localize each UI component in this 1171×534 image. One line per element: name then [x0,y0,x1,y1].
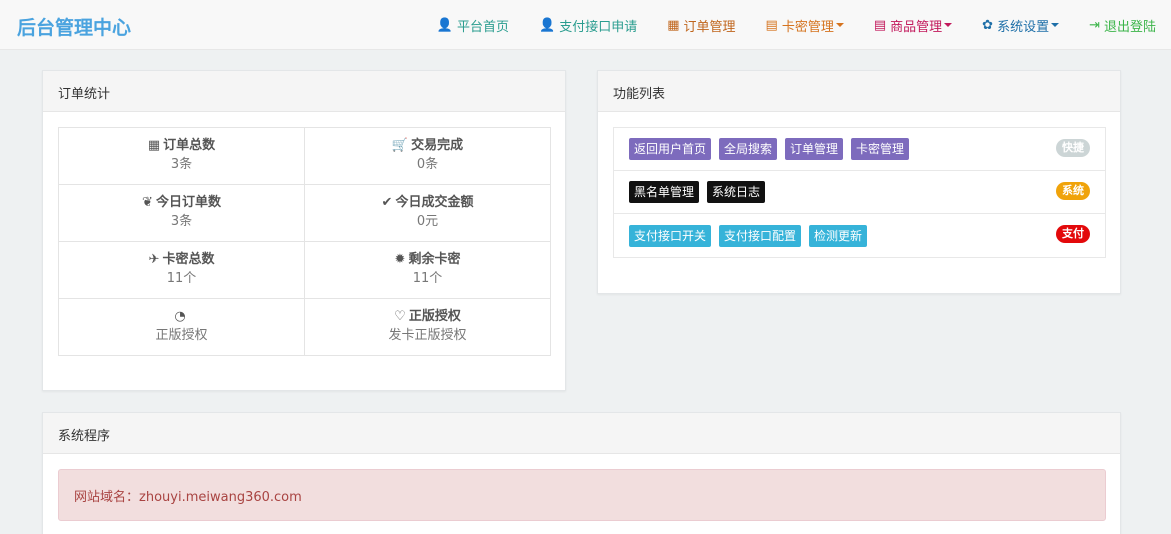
category-badge: 系统 [1056,182,1090,200]
stat-label-text: 今日订单数 [155,195,221,210]
function-row: 返回用户首页 全局搜索 订单管理 卡密管理 快捷 [614,128,1105,171]
function-link[interactable]: 支付接口配置 [719,224,802,247]
stat-cell: ◔ 正版授权 [58,298,305,356]
stat-cell: ♡ 正版授权发卡正版授权 [304,298,551,356]
function-link[interactable]: 订单管理 [785,138,844,160]
domain-label: 网站域名： [74,490,140,505]
function-link[interactable]: 全局搜索 [719,138,778,160]
category-badge: 快捷 [1056,139,1090,157]
caret-down-icon [944,23,953,27]
domain-alert: 网站域名：zhouyi.meiwang360.com [58,469,1106,521]
sun-icon: ✹ [394,252,406,267]
stat-label-text: 卡密总数 [162,252,215,267]
stats-row: ✈ 卡密总数 11个 ✹ 剩余卡密 11个 [58,241,551,299]
nav-cards-dropdown[interactable]: ▤ 卡密管理 [751,0,859,50]
stat-value: 正版授权 [155,328,208,343]
stat-label: ✈ 卡密总数 [59,251,304,269]
grid-icon: ▦ [147,138,161,153]
function-row: 黑名单管理 系统日志 系统 [614,171,1105,214]
gear-icon: ✿ [982,17,994,33]
caret-down-icon [835,23,844,27]
top-navbar: 后台管理中心 👤 平台首页 👤 支付接口申请 ▦ 订单管理 ▤ 卡密管理 ▤ 商品管理 ✿… [0,0,1171,50]
stat-cell: ▦ 订单总数 3条 [58,127,305,185]
system-program-title: 系统程序 [43,413,1120,454]
stats-row: ▦ 订单总数 3条 🛒 交易完成 0条 [58,127,551,185]
function-list-panel: 功能列表 返回用户首页 全局搜索 订单管理 卡密管理 快捷黑名单管理 系统日志 系统支付接口… [597,70,1121,294]
logout-icon: ⇥ [1089,17,1100,33]
list-icon: ▤ [765,17,778,33]
function-link[interactable]: 黑名单管理 [629,181,700,203]
stat-label-text: 订单总数 [163,138,216,153]
stats-row: ❦ 今日订单数 3条 ✔ 今日成交金额 0元 [58,184,551,242]
check-icon: ✔ [381,195,393,210]
function-link[interactable]: 卡密管理 [851,138,910,160]
order-stats-table: ▦ 订单总数 3条 🛒 交易完成 0条 ❦ 今日订单数 3条 ✔ 今日成交金额 0元 ✈ 卡密总数 11个 ✹… [58,127,551,356]
system-program-panel: 系统程序 网站域名：zhouyi.meiwang360.com [42,412,1121,534]
order-stats-title: 订单统计 [43,71,565,112]
category-badge: 支付 [1056,225,1090,243]
stat-label: ◔ [59,308,304,326]
order-stats-panel: 订单统计 ▦ 订单总数 3条 🛒 交易完成 0条 ❦ 今日订单数 3条 ✔ 今日成交金额 0元 ✈ 卡密总… [42,70,566,391]
stat-value: 0元 [416,214,439,229]
stat-value: 3条 [170,214,193,229]
stat-label: ✔ 今日成交金额 [305,194,550,212]
user-icon: 👤 [539,17,556,33]
stat-cell: ✔ 今日成交金额 0元 [304,184,551,242]
domain-value: zhouyi.meiwang360.com [139,490,302,505]
cart-icon: 🛒 [391,138,409,153]
calendar-icon: ▦ [667,17,680,33]
user-icon: 👤 [436,17,453,33]
stat-label-text: 今日成交金额 [395,195,474,210]
stat-value: 11个 [412,271,443,286]
nav-logout[interactable]: ⇥ 退出登陆 [1074,0,1171,50]
stat-value: 11个 [166,271,197,286]
stat-label-text: 剩余卡密 [408,252,461,267]
function-link[interactable]: 返回用户首页 [629,138,712,160]
stats-row: ◔ 正版授权 ♡ 正版授权 发卡正版授权 [58,298,551,356]
dashboard-icon: ◔ [174,309,186,324]
stat-cell: ✹ 剩余卡密 11个 [304,241,551,299]
stat-cell: ✈ 卡密总数 11个 [58,241,305,299]
leaf-icon: ❦ [142,195,153,210]
function-row: 支付接口开关 支付接口配置 检测更新 支付 [614,214,1105,257]
stat-label: ▦ 订单总数 [59,137,304,155]
stat-value: 0条 [416,157,439,172]
stat-cell: 🛒 交易完成 0条 [304,127,551,185]
stat-cell: ❦ 今日订单数 3条 [58,184,305,242]
nav-orders[interactable]: ▦ 订单管理 [652,0,750,50]
list-icon: ▤ [873,17,887,33]
function-link[interactable]: 检测更新 [809,224,868,247]
nav-payment-apply[interactable]: 👤 支付接口申请 [524,0,652,50]
stat-label-text: 正版授权 [408,309,461,324]
function-link[interactable]: 支付接口开关 [629,224,712,247]
function-link[interactable]: 系统日志 [707,181,766,203]
stat-label: ✹ 剩余卡密 [305,251,550,269]
stat-value: 发卡正版授权 [388,328,467,343]
caret-down-icon [1051,23,1060,27]
main-nav: 👤 平台首页 👤 支付接口申请 ▦ 订单管理 ▤ 卡密管理 ▤ 商品管理 ✿ 系统设置 ⇥ 退… [422,0,1171,50]
stat-label: ♡ 正版授权 [305,308,550,326]
function-list-title: 功能列表 [598,71,1120,112]
nav-products-dropdown[interactable]: ▤ 商品管理 [859,0,967,50]
nav-settings-dropdown[interactable]: ✿ 系统设置 [967,0,1074,50]
stat-label: 🛒 交易完成 [305,137,550,155]
function-list: 返回用户首页 全局搜索 订单管理 卡密管理 快捷黑名单管理 系统日志 系统支付接口开关 支付接… [613,127,1106,258]
heart-icon: ♡ [394,309,406,324]
stat-label: ❦ 今日订单数 [59,194,304,212]
nav-home[interactable]: 👤 平台首页 [422,0,524,50]
brand-title[interactable]: 后台管理中心 [17,13,131,40]
stat-value: 3条 [170,157,193,172]
plane-icon: ✈ [148,252,160,267]
stat-label-text: 交易完成 [411,138,464,153]
